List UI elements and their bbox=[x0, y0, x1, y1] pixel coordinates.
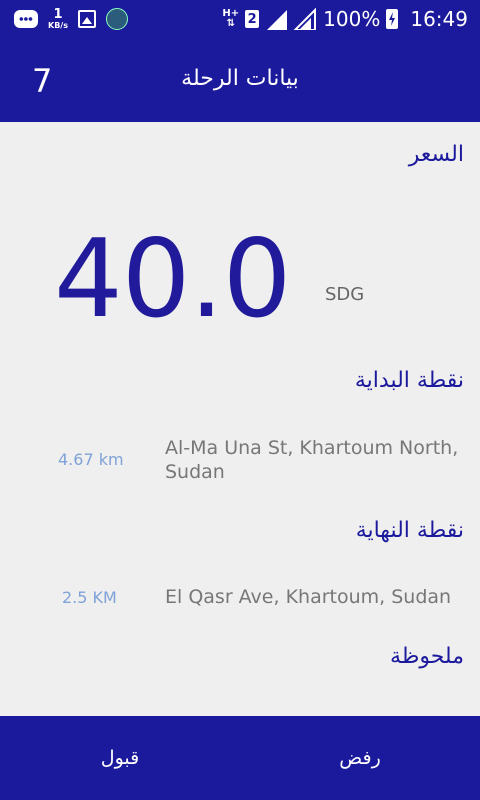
action-bar: قبول رفض bbox=[0, 716, 480, 800]
start-point-label: نقطة البداية bbox=[354, 368, 464, 393]
page-title: بيانات الرحلة bbox=[181, 66, 299, 91]
data-rate-indicator: 1 KB/s bbox=[48, 6, 68, 30]
accept-button[interactable]: قبول bbox=[0, 716, 240, 800]
signal-icon bbox=[267, 10, 288, 30]
price-value: 40.0 bbox=[54, 217, 291, 342]
app-notification-icon bbox=[105, 8, 128, 30]
image-notification-icon bbox=[77, 10, 96, 28]
note-label: ملحوظة bbox=[390, 644, 464, 669]
start-address-line2: Sudan bbox=[165, 461, 225, 483]
chat-notification-icon bbox=[14, 10, 38, 28]
currency-label: SDG bbox=[325, 284, 365, 305]
data-rate-unit: KB/s bbox=[48, 20, 68, 30]
app-bar: 7 بيانات الرحلة bbox=[0, 38, 480, 122]
end-distance: 2.5 KM bbox=[62, 588, 117, 607]
reject-button[interactable]: رفض bbox=[240, 716, 480, 800]
battery-charging-icon bbox=[386, 9, 399, 29]
status-bar: 1 KB/s H+ ⇅ 2 100% 16:49 bbox=[0, 0, 480, 38]
end-address: El Qasr Ave, Khartoum, Sudan bbox=[165, 586, 452, 608]
start-distance: 4.67 km bbox=[58, 450, 124, 469]
status-bar-left: 1 KB/s bbox=[14, 6, 128, 32]
data-rate-value: 1 bbox=[53, 6, 63, 22]
price-label: السعر bbox=[408, 142, 464, 167]
network-type: H+ ⇅ bbox=[222, 8, 240, 29]
status-bar-right: H+ ⇅ 2 100% 16:49 bbox=[222, 6, 468, 32]
sim-slot-badge: 2 bbox=[245, 10, 260, 28]
start-address: Al-Ma Una St, Khartoum North, Sudan bbox=[165, 436, 465, 484]
start-address-line1: Al-Ma Una St, Khartoum North, bbox=[165, 437, 459, 459]
network-type-label: H+ bbox=[222, 8, 240, 19]
end-point-label: نقطة النهاية bbox=[355, 518, 464, 543]
trip-details: السعر 40.0 SDG نقطة البداية 4.67 km Al-M… bbox=[0, 122, 480, 716]
clock: 16:49 bbox=[410, 7, 468, 31]
battery-percent: 100% bbox=[323, 7, 381, 31]
signal-secondary-icon bbox=[293, 8, 317, 30]
